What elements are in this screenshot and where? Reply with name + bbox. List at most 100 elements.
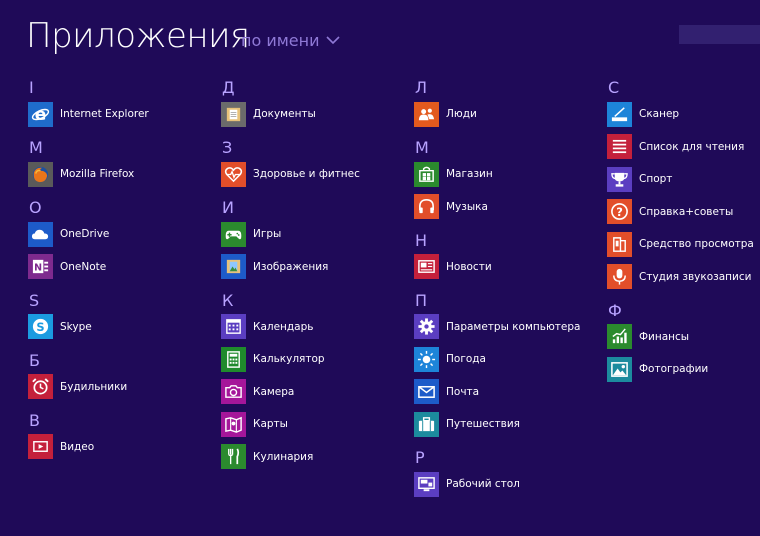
group-letter-header[interactable]: Б [28, 351, 218, 370]
app-tile-calendar[interactable]: Календарь [221, 314, 411, 340]
reader-icon [607, 231, 632, 257]
group-letter-header[interactable]: И [221, 199, 411, 217]
app-tile-heart-pulse[interactable]: Здоровье и фитнес [221, 161, 411, 187]
sun-icon [414, 346, 439, 372]
app-tile-suitcase[interactable]: Путешествия [414, 411, 604, 437]
app-tile-skype[interactable]: S Skype [28, 314, 218, 340]
documents-folder-icon [221, 101, 246, 127]
app-column: Д Документы З Здоровье и фитнес И Игры Изображ… [221, 79, 411, 482]
group-letter-header[interactable]: I [28, 79, 218, 97]
pictures-folder-icon [221, 254, 246, 279]
reading-list-icon [607, 134, 632, 159]
app-group: S S Skype [28, 291, 218, 340]
group-letter-header[interactable]: Р [414, 449, 604, 467]
app-tile-gamepad[interactable]: Игры [221, 221, 411, 247]
group-letter-header[interactable]: S [28, 291, 218, 310]
app-tile-onenote[interactable]: N OneNote [28, 254, 218, 280]
app-label: Mozilla Firefox [60, 168, 135, 180]
app-tile-trophy[interactable]: Спорт [607, 166, 760, 192]
group-letter-header[interactable]: З [221, 139, 411, 157]
group-letter-header[interactable]: Л [414, 79, 604, 97]
app-tile-documents-folder[interactable]: Документы [221, 101, 411, 127]
app-tile-video[interactable]: Видео [28, 434, 218, 460]
app-label: Справка+советы [639, 205, 734, 218]
group-letter-header[interactable]: В [28, 411, 218, 430]
app-label: Новости [446, 260, 492, 273]
app-tile-help[interactable]: ? Справка+советы [607, 199, 760, 225]
camera-icon [221, 379, 246, 404]
app-tile-map[interactable]: Карты [221, 411, 411, 437]
app-group: Л Люди [414, 79, 604, 127]
trophy-icon [607, 166, 632, 192]
app-tile-photos[interactable]: Фотографии [607, 356, 760, 382]
group-letter-header[interactable]: С [607, 79, 760, 97]
app-label: Люди [446, 108, 477, 120]
app-label: Музыка [446, 200, 488, 213]
app-group: Р Рабочий стол [414, 449, 604, 497]
internet-explorer-icon: e [28, 101, 53, 127]
app-group: В Видео [28, 411, 218, 460]
app-group: Д Документы [221, 79, 411, 127]
app-group: Н Новости [414, 231, 604, 280]
app-group: O OneDrive N OneNote [28, 199, 218, 280]
app-label: Калькулятор [253, 353, 325, 365]
app-group: С Сканер Список для чтения Спорт? Справка+со… [607, 79, 760, 290]
app-column: Л Люди М Магазин Музыка Н Новости П Параметры ко… [414, 79, 604, 509]
cloud-icon [28, 221, 53, 247]
help-icon: ? [607, 199, 632, 224]
app-group: З Здоровье и фитнес [221, 139, 411, 187]
app-tile-store[interactable]: Магазин [414, 161, 604, 187]
search-box[interactable] [679, 25, 760, 44]
app-label: Спорт [639, 173, 673, 185]
app-tile-mail[interactable]: Почта [414, 379, 604, 405]
app-label: Камера [253, 385, 295, 398]
firefox-icon [28, 161, 53, 187]
app-label: Календарь [253, 320, 314, 333]
app-tile-scanner[interactable]: Сканер [607, 101, 760, 127]
app-tile-sun[interactable]: Погода [414, 346, 604, 372]
app-tile-pictures-folder[interactable]: Изображения [221, 254, 411, 280]
calculator-icon [221, 346, 246, 372]
group-letter-header[interactable]: М [414, 139, 604, 157]
app-tile-alarm-clock[interactable]: Будильники [28, 374, 218, 400]
app-label: OneNote [60, 260, 107, 273]
app-tile-calculator[interactable]: Калькулятор [221, 346, 411, 372]
app-label: Skype [60, 320, 92, 333]
suitcase-icon [414, 411, 439, 437]
gamepad-icon [221, 221, 246, 247]
app-tile-cloud[interactable]: OneDrive [28, 221, 218, 247]
sort-dropdown[interactable]: по имени [241, 31, 340, 50]
app-tile-camera[interactable]: Камера [221, 379, 411, 405]
group-letter-header[interactable]: Ф [607, 301, 760, 320]
group-letter-header[interactable]: П [414, 291, 604, 310]
app-label: Студия звукозаписи [639, 270, 752, 283]
app-tile-firefox[interactable]: Mozilla Firefox [28, 161, 218, 187]
app-tile-reading-list[interactable]: Список для чтения [607, 134, 760, 160]
app-tile-finance-chart[interactable]: Финансы [607, 324, 760, 350]
app-tile-cutlery[interactable]: Кулинария [221, 444, 411, 470]
group-letter-header[interactable]: Н [414, 231, 604, 250]
app-group: М Магазин Музыка [414, 139, 604, 220]
heart-pulse-icon [221, 161, 246, 187]
group-letter-header[interactable]: Д [221, 79, 411, 97]
app-tile-reader[interactable]: Средство просмотра [607, 231, 760, 257]
alarm-clock-icon [28, 374, 53, 399]
app-label: Кулинария [253, 450, 314, 463]
app-tile-gear[interactable]: Параметры компьютера [414, 314, 604, 340]
app-tile-news[interactable]: Новости [414, 254, 604, 280]
app-group: К Календарь Калькулятор Камера Карты Кулинари… [221, 291, 411, 470]
group-letter-header[interactable]: M [28, 139, 218, 157]
desktop-icon [414, 471, 439, 497]
gear-icon [414, 314, 439, 339]
app-label: Сканер [639, 108, 680, 120]
app-label: Список для чтения [639, 140, 745, 153]
app-label: Будильники [60, 380, 128, 393]
app-tile-headphones[interactable]: Музыка [414, 194, 604, 220]
app-tile-desktop[interactable]: Рабочий стол [414, 471, 604, 497]
group-letter-header[interactable]: К [221, 291, 411, 310]
app-tile-microphone[interactable]: Студия звукозаписи [607, 264, 760, 290]
group-letter-header[interactable]: O [28, 199, 218, 217]
app-tile-internet-explorer[interactable]: e Internet Explorer [28, 101, 218, 127]
app-tile-people[interactable]: Люди [414, 101, 604, 127]
app-column: Ie Internet Explorer M Mozilla Firefox O OneD… [28, 79, 218, 472]
